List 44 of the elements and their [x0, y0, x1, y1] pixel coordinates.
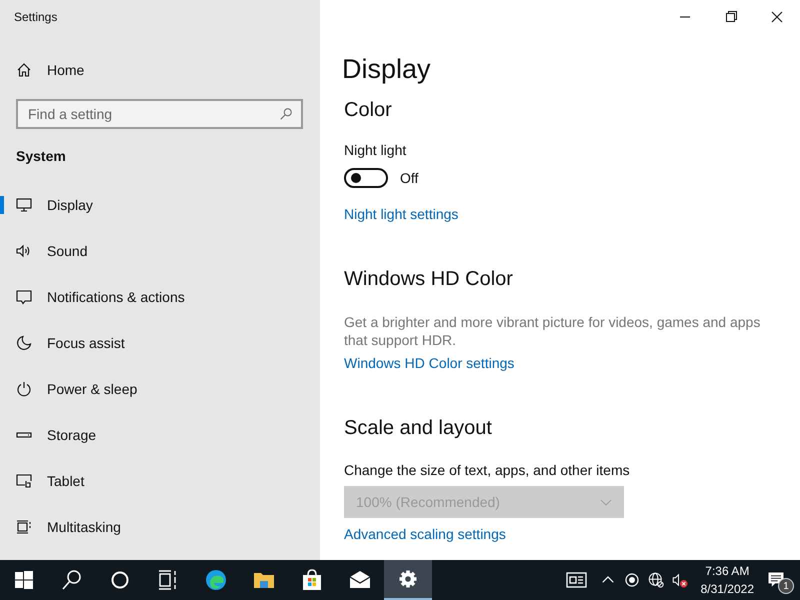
- multitasking-icon: [16, 519, 32, 535]
- search-icon: [279, 107, 293, 121]
- volume-muted-icon[interactable]: [670, 571, 689, 589]
- display-icon: [16, 197, 32, 213]
- advanced-scaling-link[interactable]: Advanced scaling settings: [344, 526, 506, 542]
- search-field[interactable]: Find a setting: [16, 99, 303, 129]
- hd-color-settings-link[interactable]: Windows HD Color settings: [344, 355, 514, 371]
- section-heading: Windows HD Color: [344, 268, 513, 291]
- tablet-icon: [16, 473, 32, 489]
- night-light-settings-link[interactable]: Night light settings: [344, 206, 458, 222]
- power-icon: [16, 381, 32, 397]
- description-text: Get a brighter and more vibrant picture for videos, games and apps that support HDR.: [344, 313, 762, 349]
- section-heading: Color: [344, 99, 392, 122]
- sidebar-item[interactable]: Multitasking: [0, 518, 320, 536]
- page-title: Display: [342, 54, 431, 85]
- settings-taskbar-button[interactable]: [384, 560, 432, 600]
- wave-logo-icon: [204, 568, 228, 592]
- sidebar-item[interactable]: Tablet: [0, 472, 320, 490]
- setting-label: Night light: [344, 142, 406, 158]
- sidebar-item[interactable]: Display: [0, 196, 320, 214]
- chevron-down-icon: [600, 498, 612, 506]
- notifications-icon: [16, 289, 32, 305]
- setting-label: Change the size of text, apps, and other items: [344, 462, 630, 478]
- sidebar-item[interactable]: Power & sleep: [0, 380, 320, 398]
- globe-icon[interactable]: [646, 571, 665, 589]
- home-link[interactable]: Home: [16, 62, 320, 78]
- sound-icon: [16, 243, 32, 259]
- focus-icon: [16, 335, 32, 351]
- clock[interactable]: 7:36 AM 8/31/2022: [700, 562, 754, 598]
- notification-center-button[interactable]: 1: [766, 560, 796, 600]
- sidebar-item[interactable]: Focus assist: [0, 334, 320, 352]
- section-heading: Scale and layout: [344, 417, 492, 440]
- home-icon: [16, 62, 32, 78]
- toggle-state: Off: [400, 170, 418, 186]
- sidebar-item[interactable]: Sound: [0, 242, 320, 260]
- notification-badge: 1: [778, 578, 794, 594]
- section-heading: System: [16, 148, 67, 164]
- sidebar-item[interactable]: Storage: [0, 426, 320, 444]
- window-title: Settings: [14, 10, 58, 24]
- night-light-toggle[interactable]: [344, 168, 388, 188]
- shopping-bag-icon: [300, 568, 324, 592]
- record-icon[interactable]: [622, 571, 641, 589]
- sidebar-item[interactable]: Notifications & actions: [0, 288, 320, 306]
- windows-logo-icon: [12, 568, 36, 592]
